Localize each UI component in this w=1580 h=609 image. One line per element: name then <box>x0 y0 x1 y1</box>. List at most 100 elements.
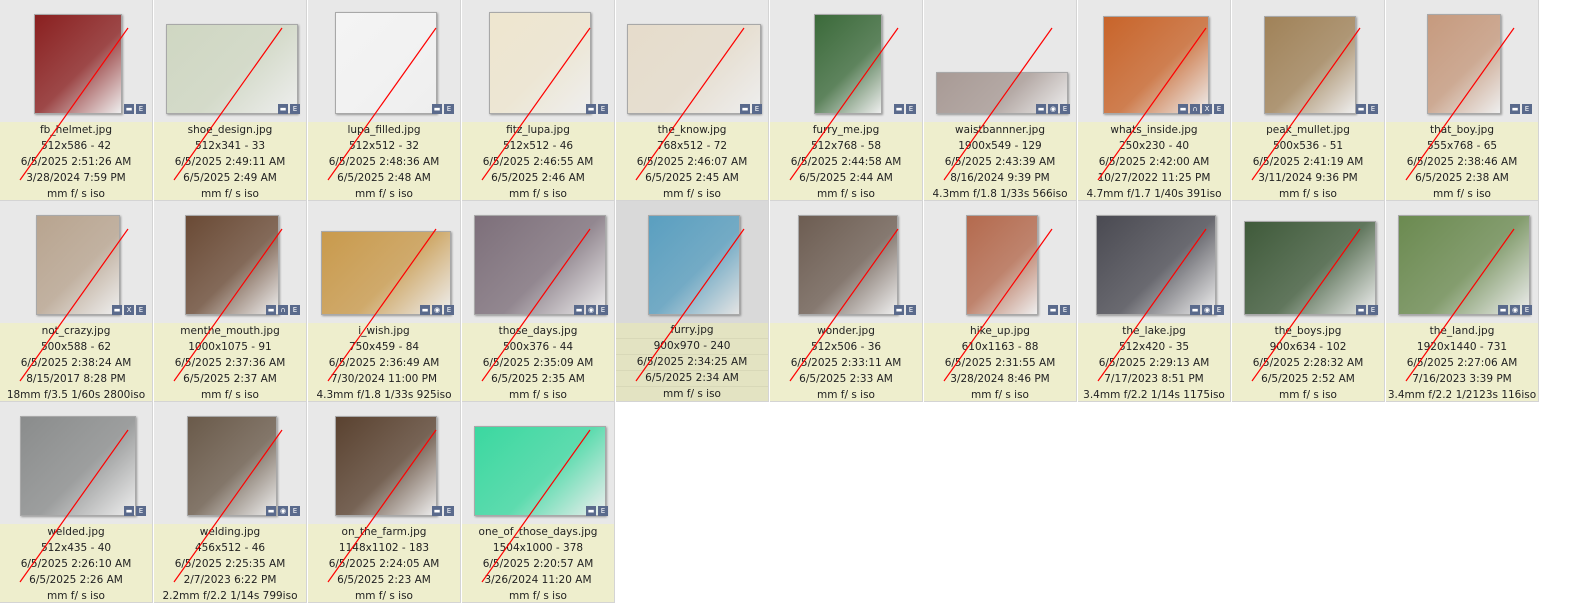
file-tile[interactable]: ▬ ◉ Ethe_land.jpg 1920x1440 - 731 6/5/2025 2… <box>1386 201 1539 402</box>
exif-badge-icon: E <box>598 506 608 516</box>
file-name: the_know.jpg <box>657 124 727 136</box>
thumbnail-image[interactable] <box>966 215 1038 315</box>
file-info: wonder.jpg 512x506 - 36 6/5/2025 2:33:11 A… <box>770 323 922 401</box>
file-dimensions: 1900x549 - 129 <box>958 140 1042 152</box>
file-dimensions: 500x588 - 62 <box>40 341 112 353</box>
file-tile[interactable]: ▬ ∩ X Ewhats_inside.jpg 250x230 - 40 6/5/2025… <box>1078 0 1231 201</box>
file-dimensions: 250x230 - 40 <box>1118 140 1190 152</box>
file-tile[interactable]: ▬ Eon_the_farm.jpg 1148x1102 - 183 6/5/2025… <box>308 402 461 603</box>
file-tile[interactable]: ▬ Ewelded.jpg 512x435 - 40 6/5/2025 2:26:10… <box>0 402 153 603</box>
file-name: shoe_design.jpg <box>187 124 273 136</box>
file-date-taken: 6/5/2025 2:37 AM <box>183 373 277 385</box>
exif-badge-icon: E <box>290 305 300 315</box>
file-info: the_lake.jpg 512x420 - 35 6/5/2025 2:29:13… <box>1078 323 1230 401</box>
thumbnail-image[interactable] <box>1264 16 1356 114</box>
file-exif: 18mm f/3.5 1/60s 2800iso <box>6 389 146 401</box>
minimize-badge-icon: ▬ <box>124 104 134 114</box>
exif-badge-icon: E <box>1060 104 1070 114</box>
file-tile[interactable]: ▬ Efitz_lupa.jpg 512x512 - 46 6/5/2025 2:46… <box>462 0 615 201</box>
thumbnail-image[interactable] <box>34 14 122 114</box>
file-tile[interactable]: ▬ Efurry_me.jpg 512x768 - 58 6/5/2025 2:44:… <box>770 0 923 201</box>
file-tile[interactable]: ▬ Eshoe_design.jpg 512x341 - 33 6/5/2025 2:… <box>154 0 307 201</box>
thumbnail-image[interactable] <box>1096 215 1216 315</box>
file-tile[interactable]: ▬ ◉ Ewelding.jpg 456x512 - 46 6/5/2025 2:25:… <box>154 402 307 603</box>
thumbnail-image[interactable] <box>474 215 606 315</box>
thumbnail-image[interactable] <box>489 12 591 114</box>
file-tile[interactable]: ▬ Ethe_know.jpg 768x512 - 72 6/5/2025 2:46:… <box>616 0 769 201</box>
thumbnail-image[interactable] <box>1244 221 1376 315</box>
file-tile[interactable]: ▬ Ethe_boys.jpg 900x634 - 102 6/5/2025 2:28… <box>1232 201 1385 402</box>
file-exif: 4.7mm f/1.7 1/40s 391iso <box>1086 188 1222 200</box>
minimize-badge-icon: ▬ <box>894 305 904 315</box>
file-modified: 6/5/2025 2:26:10 AM <box>20 558 132 570</box>
minimize-badge-icon: ▬ <box>124 506 134 516</box>
file-tile[interactable]: ▬ Eone_of_those_days.jpg 1504x1000 - 378 6/… <box>462 402 615 603</box>
file-date-taken: 6/5/2025 2:38 AM <box>1415 172 1509 184</box>
thumbnail-image[interactable] <box>1398 215 1530 315</box>
file-exif: mm f/ s iso <box>817 188 875 200</box>
file-exif: 3.4mm f/2.2 1/14s 1175iso <box>1083 389 1225 401</box>
thumbnail-image[interactable] <box>1103 16 1209 114</box>
file-tile[interactable]: ▬ ∩ Ementhe_mouth.jpg 1000x1075 - 91 6/5/202… <box>154 201 307 402</box>
file-date-taken: 7/30/2024 11:00 PM <box>330 373 438 385</box>
thumbnail-image[interactable] <box>798 215 898 315</box>
file-tile[interactable]: ▬ ◉ Ei_wish.jpg 750x459 - 84 6/5/2025 2:36:4… <box>308 201 461 402</box>
file-modified: 6/5/2025 2:27:06 AM <box>1406 357 1518 369</box>
file-date-taken: 6/5/2025 2:23 AM <box>337 574 431 586</box>
badge-strip: ▬ E <box>586 506 608 516</box>
minimize-badge-icon: ▬ <box>574 305 584 315</box>
file-tile[interactable]: ▬ Ehike_up.jpg 610x1163 - 88 6/5/2025 2:31:… <box>924 201 1077 402</box>
thumbnail-image[interactable] <box>1427 14 1501 114</box>
badge-strip: ▬ E <box>1048 305 1070 315</box>
file-dimensions: 1920x1440 - 731 <box>1416 341 1508 353</box>
file-dimensions: 512x420 - 35 <box>1118 341 1190 353</box>
file-info: whats_inside.jpg 250x230 - 40 6/5/2025 2:4… <box>1078 122 1230 200</box>
thumbnail-image[interactable] <box>166 24 298 114</box>
file-name: those_days.jpg <box>498 325 578 337</box>
file-date-taken: 3/28/2024 7:59 PM <box>26 172 126 184</box>
file-tile[interactable]: ▬ Elupa_filled.jpg 512x512 - 32 6/5/2025 2:… <box>308 0 461 201</box>
thumbnail-image[interactable] <box>185 215 279 315</box>
file-tile[interactable]: ▬ X Enot_crazy.jpg 500x588 - 62 6/5/2025 2:3… <box>0 201 153 402</box>
thumbnail-image[interactable] <box>321 231 451 315</box>
exif-badge-icon: E <box>136 305 146 315</box>
file-tile[interactable]: furry.jpg 900x970 - 240 6/5/2025 2:34:25 A… <box>616 201 769 402</box>
file-info: menthe_mouth.jpg 1000x1075 - 91 6/5/2025 2… <box>154 323 306 401</box>
thumbnail-image[interactable] <box>20 416 136 516</box>
file-info: lupa_filled.jpg 512x512 - 32 6/5/2025 2:48… <box>308 122 460 200</box>
file-name: the_land.jpg <box>1429 325 1495 337</box>
badge-strip: ▬ E <box>124 506 146 516</box>
file-exif: mm f/ s iso <box>1433 188 1491 200</box>
file-exif: mm f/ s iso <box>509 590 567 602</box>
file-date-taken: 7/16/2023 3:39 PM <box>1412 373 1512 385</box>
file-tile[interactable]: ▬ ◉ Ethe_lake.jpg 512x420 - 35 6/5/2025 2:29… <box>1078 201 1231 402</box>
file-tile[interactable]: ▬ ◉ Ethose_days.jpg 500x376 - 44 6/5/2025 2:… <box>462 201 615 402</box>
file-modified: 6/5/2025 2:49:11 AM <box>174 156 286 168</box>
file-date-taken: 6/5/2025 2:49 AM <box>183 172 277 184</box>
minimize-badge-icon: ▬ <box>586 506 596 516</box>
thumbnail-image[interactable] <box>627 24 761 114</box>
minimize-badge-icon: ▬ <box>894 104 904 114</box>
file-name: not_crazy.jpg <box>41 325 111 337</box>
file-exif: mm f/ s iso <box>1279 389 1337 401</box>
file-tile[interactable]: ▬ Ewonder.jpg 512x506 - 36 6/5/2025 2:33:11… <box>770 201 923 402</box>
file-tile[interactable]: ▬ Ethat_boy.jpg 555x768 - 65 6/5/2025 2:38:… <box>1386 0 1539 201</box>
thumbnail-image[interactable] <box>648 215 740 315</box>
file-tile[interactable]: ▬ ◉ Ewaistbannner.jpg 1900x549 - 129 6/5/202… <box>924 0 1077 201</box>
file-modified: 6/5/2025 2:31:55 AM <box>944 357 1056 369</box>
file-name: whats_inside.jpg <box>1110 124 1198 136</box>
file-date-taken: 6/5/2025 2:48 AM <box>337 172 431 184</box>
file-info: that_boy.jpg 555x768 - 65 6/5/2025 2:38:46… <box>1386 122 1538 200</box>
file-tile[interactable]: ▬ Efb_helmet.jpg 512x586 - 42 6/5/2025 2:51… <box>0 0 153 201</box>
thumbnail-image[interactable] <box>335 416 437 516</box>
file-tile[interactable]: ▬ Epeak_mullet.jpg 500x536 - 51 6/5/2025 2:… <box>1232 0 1385 201</box>
thumbnail-image[interactable] <box>814 14 882 114</box>
file-modified: 6/5/2025 2:41:19 AM <box>1252 156 1364 168</box>
thumbnail-image[interactable] <box>187 416 277 516</box>
file-dimensions: 900x970 - 240 <box>616 339 768 355</box>
thumbnail-image[interactable] <box>335 12 437 114</box>
file-modified: 6/5/2025 2:42:00 AM <box>1098 156 1210 168</box>
file-dimensions: 512x768 - 58 <box>810 140 882 152</box>
thumbnail-image[interactable] <box>474 426 606 516</box>
thumbnail-image[interactable] <box>36 215 120 315</box>
